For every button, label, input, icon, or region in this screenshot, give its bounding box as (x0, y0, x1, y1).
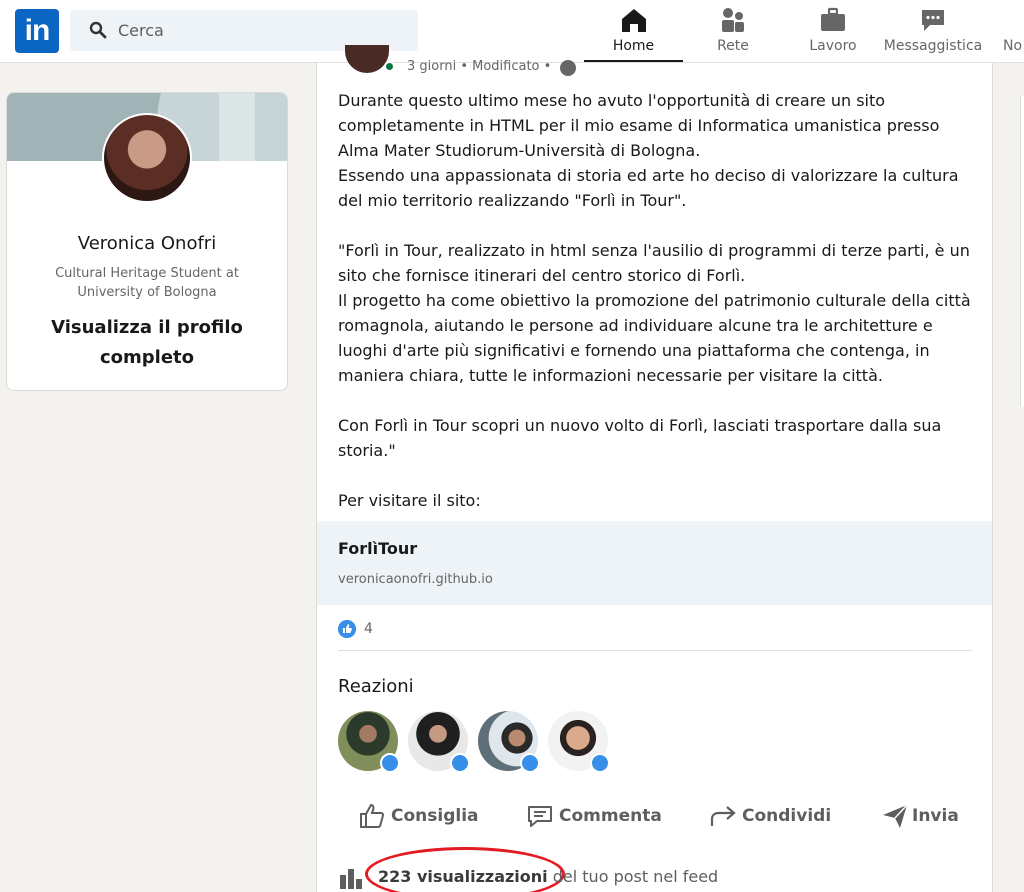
like-badge-icon (450, 753, 470, 773)
nav-network[interactable]: Rete (683, 0, 783, 62)
profile-avatar[interactable] (102, 113, 192, 203)
divider (338, 650, 972, 651)
share-button-label: Condividi (742, 806, 832, 826)
post-author-avatar[interactable] (345, 45, 389, 73)
post-paragraph: Durante questo ultimo mese ho avuto l'op… (338, 91, 959, 210)
profile-headline: Cultural Heritage Student at University … (55, 266, 239, 300)
nav-messaging[interactable]: Messaggistica (883, 0, 983, 62)
like-badge-icon (520, 753, 540, 773)
like-button-label: Consiglia (391, 806, 479, 826)
feed-post: 3 giorni • Modificato • Durante questo u… (316, 45, 993, 892)
post-paragraph: "Forlì in Tour, realizzato in html senza… (338, 241, 971, 385)
nav-notifications-label: No (1003, 38, 1023, 54)
reactor-avatar[interactable] (478, 711, 540, 773)
post-body: Durante questo ultimo mese ho avuto l'op… (338, 88, 978, 513)
share-icon (710, 806, 736, 826)
reactor-avatar[interactable] (408, 711, 470, 773)
nav-jobs-label: Lavoro (809, 38, 857, 54)
link-preview-title[interactable]: ForlìTour (338, 539, 417, 558)
linkedin-logo[interactable]: in (15, 9, 59, 53)
search-icon (89, 21, 107, 39)
home-icon (621, 9, 646, 32)
search-placeholder: Cerca (118, 21, 164, 40)
like-badge-icon (590, 753, 610, 773)
view-profile-link[interactable]: Visualizza il profilo completo (37, 313, 257, 373)
post-paragraph: Per visitare il sito: (338, 491, 481, 510)
send-icon (883, 804, 908, 828)
online-status-dot (384, 61, 395, 72)
views-count: 223 visualizzazioni (378, 867, 548, 886)
post-paragraph: Con Forlì in Tour scopri un nuovo volto … (338, 416, 942, 460)
nav-messaging-label: Messaggistica (883, 38, 983, 54)
views-caption: del tuo post nel feed (547, 867, 719, 886)
link-preview[interactable]: ForlìTour veronicaonofri.github.io (317, 521, 992, 605)
nav-home-label: Home (612, 38, 655, 54)
post-meta: 3 giorni • Modificato • (407, 59, 552, 74)
nav-network-label: Rete (717, 38, 749, 54)
briefcase-icon (821, 7, 845, 31)
profile-name[interactable]: Veronica Onofri (7, 233, 287, 254)
messaging-icon (922, 10, 944, 31)
reactions-title: Reazioni (338, 676, 414, 697)
send-button-label: Invia (912, 806, 959, 826)
profile-card: Veronica Onofri Cultural Heritage Studen… (6, 92, 288, 391)
reactor-avatar[interactable] (338, 711, 400, 773)
reactor-avatar[interactable] (548, 711, 610, 773)
link-preview-domain: veronicaonofri.github.io (338, 572, 493, 587)
globe-icon (560, 60, 576, 76)
comment-icon (528, 806, 552, 827)
thumbs-up-icon (360, 803, 384, 828)
views-text: 223 visualizzazioni del tuo post nel fee… (378, 867, 718, 886)
nav-jobs[interactable]: Lavoro (783, 0, 883, 62)
nav-home[interactable]: Home (584, 0, 683, 62)
network-icon (722, 8, 744, 32)
like-reaction-icon (338, 620, 356, 638)
analytics-bars-icon (340, 869, 362, 889)
like-count: 4 (364, 621, 373, 637)
top-navigation-bar: in Cerca Home Rete Lavoro Messaggistica (0, 0, 1024, 63)
right-sidebar-edge (1020, 96, 1024, 406)
comment-button-label: Commenta (559, 806, 662, 826)
like-badge-icon (380, 753, 400, 773)
nav-notifications[interactable]: No (983, 0, 1024, 62)
